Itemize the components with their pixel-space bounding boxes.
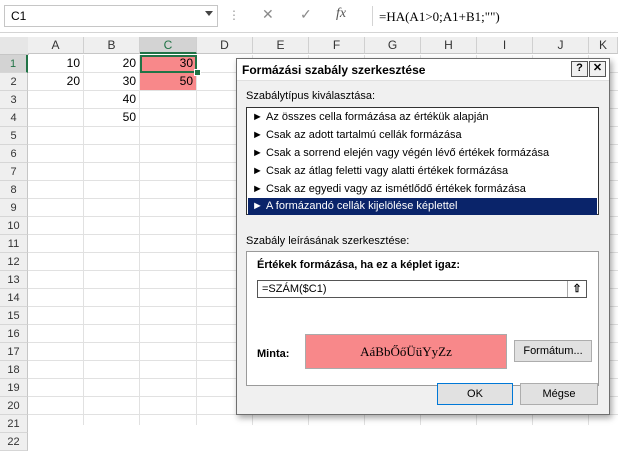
formula-condition-label: Értékek formázása, ha ez a képlet igaz: bbox=[257, 259, 460, 271]
col-header-f[interactable]: F bbox=[309, 37, 365, 54]
cancel-icon[interactable]: ✕ bbox=[262, 6, 274, 23]
row-header-9[interactable]: 9 bbox=[0, 199, 28, 217]
enter-icon[interactable]: ✓ bbox=[300, 6, 312, 23]
rule-description-panel: Értékek formázása, ha ez a képlet igaz: … bbox=[246, 251, 599, 386]
col-header-d[interactable]: D bbox=[197, 37, 253, 54]
row-header-11[interactable]: 11 bbox=[0, 235, 28, 253]
more-icon: ⋮ bbox=[228, 8, 240, 22]
edit-formatting-rule-dialog: Formázási szabály szerkesztése ? ✕ Szabá… bbox=[236, 58, 610, 415]
rule-type-item-selected[interactable]: ► A formázandó cellák kijelölése képlette… bbox=[248, 198, 597, 215]
rule-type-text: Csak az adott tartalmú cellák formázása bbox=[266, 129, 462, 141]
arrow-right-icon: ► bbox=[252, 165, 263, 177]
cell-b2[interactable]: 30 bbox=[84, 73, 139, 90]
cell-a2[interactable]: 20 bbox=[28, 73, 83, 90]
name-box-value: C1 bbox=[11, 9, 27, 23]
rule-type-text: Csak a sorrend elején vagy végén lévő ér… bbox=[266, 147, 550, 159]
ok-button[interactable]: OK bbox=[437, 383, 513, 405]
dialog-titlebar[interactable]: Formázási szabály szerkesztése ? ✕ bbox=[237, 59, 609, 81]
row-header-10[interactable]: 10 bbox=[0, 217, 28, 235]
preview-label: Minta: bbox=[257, 348, 290, 360]
row-header-3[interactable]: 3 bbox=[0, 91, 28, 109]
rule-type-item[interactable]: ► Az összes cella formázása az értékük al… bbox=[248, 109, 597, 126]
row-header-21[interactable]: 21 bbox=[0, 415, 28, 433]
help-button[interactable]: ? bbox=[571, 61, 588, 77]
dialog-title: Formázási szabály szerkesztése bbox=[242, 63, 426, 77]
rule-formula-input[interactable]: =SZÁM($C1) ⇧ bbox=[257, 280, 587, 298]
arrow-right-icon: ► bbox=[252, 147, 263, 159]
fill-handle[interactable] bbox=[194, 69, 201, 76]
insert-function-icon[interactable]: fx bbox=[336, 6, 346, 22]
row-header-16[interactable]: 16 bbox=[0, 325, 28, 343]
collapse-dialog-icon[interactable]: ⇧ bbox=[567, 281, 586, 297]
row-header-18[interactable]: 18 bbox=[0, 361, 28, 379]
rule-type-item[interactable]: ► Csak az adott tartalmú cellák formázása bbox=[248, 127, 597, 144]
rule-type-text: A formázandó cellák kijelölése képlettel bbox=[266, 200, 458, 212]
rule-formula-text: =SZÁM($C1) bbox=[262, 283, 327, 295]
row-header-19[interactable]: 19 bbox=[0, 379, 28, 397]
arrow-right-icon: ► bbox=[252, 129, 263, 141]
row-header-5[interactable]: 5 bbox=[0, 127, 28, 145]
cell-a1[interactable]: 10 bbox=[28, 55, 83, 72]
edit-description-label: Szabály leírásának szerkesztése: bbox=[246, 235, 410, 247]
cell-b3[interactable]: 40 bbox=[84, 91, 139, 108]
cell-c2[interactable]: 50 bbox=[140, 73, 196, 90]
rule-type-item[interactable]: ► Csak az egyedi vagy az ismétlődő értéke… bbox=[248, 181, 597, 198]
col-header-k[interactable]: K bbox=[589, 37, 618, 54]
rule-type-label: Szabálytípus kiválasztása: bbox=[246, 90, 376, 102]
active-cell-border bbox=[140, 55, 197, 73]
cancel-button[interactable]: Mégse bbox=[520, 383, 598, 405]
rule-type-item[interactable]: ► Csak a sorrend elején vagy végén lévő é… bbox=[248, 145, 597, 162]
row-header-15[interactable]: 15 bbox=[0, 307, 28, 325]
row-header-8[interactable]: 8 bbox=[0, 181, 28, 199]
col-header-j[interactable]: J bbox=[533, 37, 589, 54]
row-header-2[interactable]: 2 bbox=[0, 73, 28, 91]
select-all-corner[interactable] bbox=[0, 37, 29, 55]
row-header-12[interactable]: 12 bbox=[0, 253, 28, 271]
col-header-h[interactable]: H bbox=[421, 37, 477, 54]
arrow-right-icon: ► bbox=[252, 111, 263, 123]
rule-type-text: Csak az átlag feletti vagy alatti értéke… bbox=[266, 165, 509, 177]
col-header-g[interactable]: G bbox=[365, 37, 421, 54]
row-header-6[interactable]: 6 bbox=[0, 145, 28, 163]
col-header-e[interactable]: E bbox=[253, 37, 309, 54]
col-header-a[interactable]: A bbox=[28, 37, 84, 54]
close-button[interactable]: ✕ bbox=[589, 61, 606, 77]
rule-type-text: Az összes cella formázása az értékük ala… bbox=[266, 111, 489, 123]
rule-type-text: Csak az egyedi vagy az ismétlődő értékek… bbox=[266, 183, 526, 195]
row-header-22[interactable]: 22 bbox=[0, 433, 28, 451]
chevron-down-icon[interactable] bbox=[205, 11, 213, 16]
row-header-13[interactable]: 13 bbox=[0, 271, 28, 289]
formula-bar: C1 ⋮ ✕ ✓ fx =HA(A1>0;A1+B1;"") bbox=[0, 0, 618, 33]
cell-b4[interactable]: 50 bbox=[84, 109, 139, 126]
rule-type-list[interactable]: ► Az összes cella formázása az értékük al… bbox=[246, 107, 599, 215]
gridline bbox=[196, 55, 197, 425]
name-box[interactable]: C1 bbox=[4, 5, 218, 27]
cell-b1[interactable]: 20 bbox=[84, 55, 139, 72]
row-header-17[interactable]: 17 bbox=[0, 343, 28, 361]
arrow-right-icon: ► bbox=[252, 200, 263, 212]
format-preview: AáBbŐőÜüYyZz bbox=[305, 334, 507, 369]
row-header-14[interactable]: 14 bbox=[0, 289, 28, 307]
row-header-1[interactable]: 1 bbox=[0, 55, 28, 73]
col-header-b[interactable]: B bbox=[84, 37, 140, 54]
formula-text: =HA(A1>0;A1+B1;"") bbox=[379, 9, 500, 24]
col-header-i[interactable]: I bbox=[477, 37, 533, 54]
arrow-right-icon: ► bbox=[252, 183, 263, 195]
row-header-7[interactable]: 7 bbox=[0, 163, 28, 181]
row-header-4[interactable]: 4 bbox=[0, 109, 28, 127]
gridline bbox=[139, 55, 140, 425]
col-header-c[interactable]: C bbox=[140, 37, 197, 54]
row-header-20[interactable]: 20 bbox=[0, 397, 28, 415]
rule-type-item[interactable]: ► Csak az átlag feletti vagy alatti érték… bbox=[248, 163, 597, 180]
formula-input[interactable]: =HA(A1>0;A1+B1;"") bbox=[372, 6, 618, 26]
format-button[interactable]: Formátum... bbox=[514, 340, 592, 362]
